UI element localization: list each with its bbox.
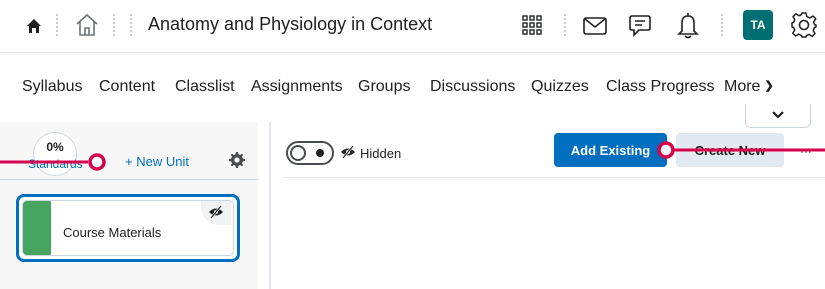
pane-resize-handle[interactable] (269, 122, 271, 289)
hidden-eye-icon (201, 201, 231, 225)
header-separator (130, 14, 132, 36)
collapse-header-button[interactable] (745, 104, 811, 128)
unit-title: Course Materials (63, 225, 162, 240)
nav-discussions[interactable]: Discussions (430, 78, 515, 96)
add-existing-button[interactable]: Add Existing (554, 133, 667, 167)
header-separator (56, 14, 58, 36)
home-icon[interactable] (26, 18, 42, 34)
mail-icon[interactable] (582, 16, 608, 36)
create-new-button[interactable]: Create New (676, 133, 784, 167)
unit-card-body: Course Materials (22, 200, 234, 256)
unit-card-course-materials[interactable]: Course Materials (16, 194, 240, 262)
standards-percent: 0% (46, 140, 64, 154)
panel-divider (0, 179, 258, 180)
visibility-label: Hidden (360, 146, 402, 161)
nav-more-label: More (724, 78, 761, 95)
bell-icon[interactable] (675, 11, 701, 39)
toggle-dot (316, 149, 324, 157)
nav-quizzes[interactable]: Quizzes (531, 78, 589, 96)
chevron-down-icon (771, 107, 785, 125)
unit-color-bar (23, 201, 51, 255)
gear-icon[interactable] (790, 11, 818, 39)
house-outline-icon[interactable] (74, 13, 100, 37)
visibility-toggle[interactable] (286, 141, 334, 165)
header-separator (564, 14, 566, 36)
course-title[interactable]: Anatomy and Physiology in Context (148, 14, 432, 35)
nav-more-menu[interactable]: More ❯ (724, 78, 774, 96)
nav-assignments[interactable]: Assignments (251, 78, 343, 96)
pane-gutter (258, 122, 269, 289)
nav-classlist[interactable]: Classlist (175, 78, 235, 96)
top-header: Anatomy and Physiology in Context TA (0, 0, 825, 52)
toolbar-divider (283, 177, 825, 178)
nav-content[interactable]: Content (99, 78, 155, 96)
hidden-eye-icon (340, 145, 356, 164)
chat-icon[interactable] (627, 12, 653, 38)
app-grid-icon[interactable] (521, 14, 543, 36)
header-separator (721, 14, 723, 36)
new-unit-button[interactable]: + New Unit (125, 154, 189, 169)
nav-syllabus[interactable]: Syllabus (22, 78, 82, 96)
avatar[interactable]: TA (743, 10, 773, 40)
chevron-down-icon: ❯ (764, 80, 774, 92)
standards-link[interactable]: Standards (28, 157, 83, 171)
more-actions-button[interactable]: ... (800, 140, 812, 156)
course-nav-bar: Syllabus Content Classlist Assignments G… (0, 52, 825, 122)
toggle-knob (290, 145, 306, 161)
header-separator (113, 14, 115, 36)
nav-groups[interactable]: Groups (358, 78, 410, 96)
nav-class-progress[interactable]: Class Progress (606, 78, 714, 96)
settings-gear-icon[interactable] (229, 152, 245, 173)
